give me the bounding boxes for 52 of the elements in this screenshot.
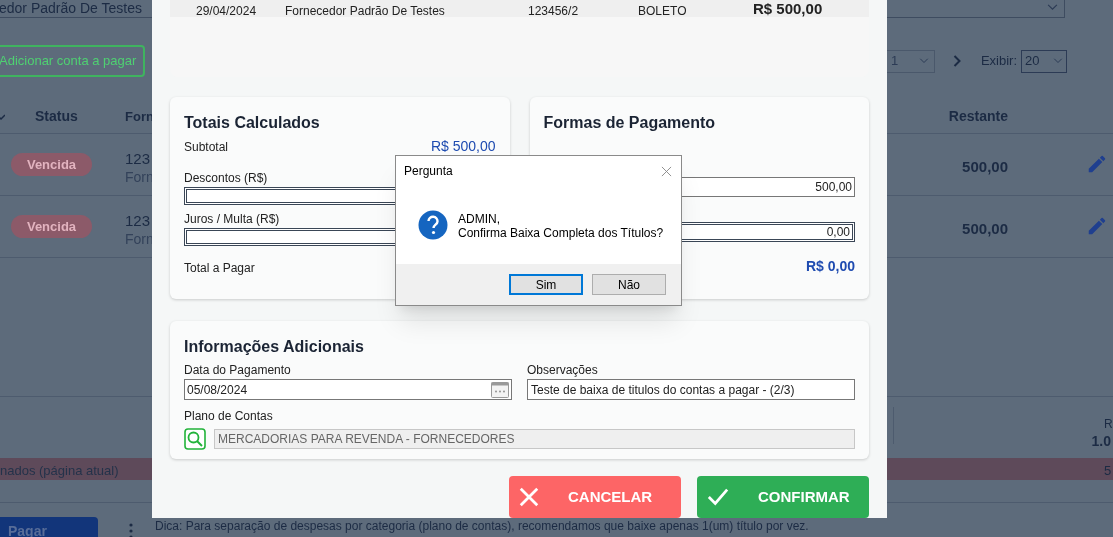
remaining-value: R$ 0,00 [805, 257, 855, 276]
next-page-icon[interactable] [952, 55, 961, 67]
account-field[interactable]: MERCADORIAS PARA REVENDA - FORNECEDORES [214, 429, 855, 449]
question-icon [418, 210, 448, 240]
table-cell-text: 123 [125, 211, 151, 231]
total-label: Total a Pagar [184, 260, 255, 277]
tip-text: Dica: Para separação de despesas por categoria (plano de contas), recomendamos que baixe apenas 1(um) título por vez. [155, 519, 809, 533]
card-title: Totais Calculados [184, 113, 321, 133]
table-cell-text: 500,00 [962, 219, 1008, 239]
table-cell-text: R$ 500,00 [753, 0, 823, 19]
message-text: ADMIN, [458, 212, 501, 226]
notes-field[interactable]: Teste de baixa de titulos do contas a pagar - (2/3) [527, 379, 855, 400]
chevron-down-icon [918, 58, 929, 64]
table-cell-text: 123456/2 [528, 3, 579, 20]
account-label: Plano de Contas [184, 408, 274, 425]
status-badge: Vencida [11, 215, 92, 238]
card-title: Formas de Pagamento [543, 113, 717, 133]
card-title: Informações Adicionais [184, 337, 365, 357]
chevron-down-icon [1047, 4, 1058, 11]
more-icon[interactable] [129, 523, 133, 537]
search-icon[interactable] [184, 428, 206, 450]
dialog-button[interactable]: Não [592, 274, 666, 295]
calendar-icon[interactable] [491, 381, 509, 398]
close-icon[interactable] [661, 165, 672, 177]
table-cell-text: Fornecedor Padrão De Testes [285, 3, 445, 20]
pencil-icon[interactable] [1086, 215, 1108, 237]
chevron-down-icon [1053, 58, 1063, 64]
date-label: Data do Pagamento [184, 362, 292, 379]
selected-total-label: nados (página atual) [0, 462, 119, 480]
summary-label: R [1104, 416, 1113, 433]
subtotal-value: R$ 500,00 [430, 137, 496, 156]
selected-total-value: 5 [1104, 462, 1112, 480]
dialog-button[interactable]: Sim [509, 274, 583, 295]
status-badge: Vencida [11, 153, 92, 176]
table-cell-text: 500,00 [962, 157, 1008, 177]
subtotal-label: Subtotal [184, 138, 229, 156]
column-header: Restante [948, 107, 1008, 126]
table-row[interactable]: 29/04/2024 Fornecedor Padrão De Testes 123456/2 BOLETO R$ 500,00 [170, 0, 869, 17]
pencil-icon[interactable] [1086, 153, 1108, 175]
table-cell-text: BOLETO [638, 3, 687, 20]
table-cell-text: 29/04/2024 [196, 3, 257, 20]
summary-value: 1.0 [1091, 432, 1111, 451]
dialog-title: Pergunta [404, 163, 453, 180]
interest-label: Juros / Multa (R$) [184, 211, 280, 228]
discount-label: Descontos (R$) [184, 170, 268, 187]
column-header: Status [35, 107, 78, 126]
check-icon [706, 486, 730, 508]
show-label: Exibir: [980, 52, 1017, 71]
notes-label: Observações [527, 362, 599, 379]
close-icon [518, 486, 540, 508]
date-field[interactable]: 05/08/2024 [184, 379, 512, 400]
table-cell-text: 123 [125, 149, 151, 169]
